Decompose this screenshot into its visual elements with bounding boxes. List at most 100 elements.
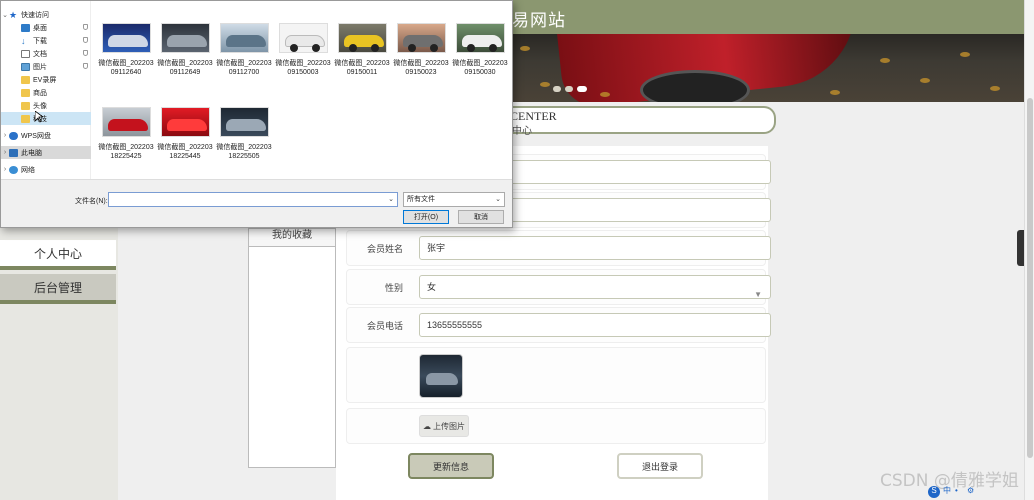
tree-item-label: 网络 [21, 166, 35, 174]
pin-icon [83, 50, 88, 56]
file-grid: 微信截图_20220309112640 微信截图_20220309112649 … [91, 1, 514, 179]
chevron-right-icon[interactable]: › [1, 166, 9, 173]
wheel-image [430, 44, 438, 52]
tree-item-label: 商品 [33, 89, 47, 97]
ime-logo-icon[interactable]: S [928, 486, 940, 498]
folder-icon [21, 114, 30, 123]
file-item[interactable]: 微信截图_20220318225425 [97, 92, 155, 168]
tree-item-avatars[interactable]: 头像 [1, 99, 91, 112]
computer-icon [9, 148, 18, 157]
cancel-button[interactable]: 取消 [458, 210, 504, 224]
carousel-dot[interactable] [553, 86, 561, 92]
file-item[interactable]: 微信截图_20220318225445 [156, 92, 214, 168]
file-thumbnail [338, 23, 387, 53]
tree-item-label: 下载 [33, 37, 47, 45]
tab-favorites[interactable]: 我的收藏 [249, 229, 335, 247]
wheel-image [408, 44, 416, 52]
car-image [226, 119, 266, 131]
wheel-image [467, 44, 475, 52]
nav-personal-center[interactable]: 个人中心 [0, 240, 116, 270]
name-label: 会员姓名 [366, 244, 403, 254]
car-image [226, 35, 266, 47]
nav-admin[interactable]: 后台管理 [0, 274, 116, 304]
file-item[interactable]: 微信截图_20220309150023 [392, 8, 450, 84]
leaf-decoration [990, 86, 1000, 91]
leaf-decoration [960, 52, 970, 57]
car-image [167, 119, 207, 131]
name-field[interactable]: 张宇 [419, 236, 771, 260]
chevron-down-icon[interactable]: ⌄ [388, 193, 394, 206]
file-item[interactable]: 微信截图_20220309150011 [333, 8, 391, 84]
file-name: 微信截图_20220309112640 [98, 60, 154, 76]
tree-item-downloads[interactable]: ↓ 下载 [1, 34, 91, 47]
file-item[interactable]: 微信截图_20220309150030 [451, 8, 509, 84]
folder-icon [21, 75, 30, 84]
open-button[interactable]: 打开(O) [403, 210, 449, 224]
tree-item-label: 快速访问 [21, 11, 49, 19]
scrollbar-thumb[interactable] [1027, 98, 1033, 458]
cloud-icon [9, 131, 18, 140]
phone-field[interactable]: 13655555555 [419, 313, 771, 337]
filename-input[interactable]: ⌄ [108, 192, 398, 207]
picture-icon [21, 62, 30, 71]
tree-item-this-pc[interactable]: › 此电脑 [1, 146, 91, 159]
chevron-down-icon: ▼ [754, 290, 762, 299]
download-icon: ↓ [21, 35, 26, 46]
leaf-decoration [880, 58, 890, 63]
wheel-image [489, 44, 497, 52]
wheel-image [349, 44, 357, 52]
tree-item-network[interactable]: › 网络 [1, 163, 91, 176]
upload-image-button[interactable]: ☁ 上传图片 [419, 415, 469, 437]
tree-item-label: 桌面 [33, 24, 47, 32]
file-item[interactable]: 微信截图_20220309112649 [156, 8, 214, 84]
cloud-upload-icon: ☁ [423, 421, 431, 431]
carousel-dot-active[interactable] [577, 86, 587, 92]
logout-button[interactable]: 退出登录 [617, 453, 703, 479]
punctuation-icon[interactable]: • [955, 486, 964, 496]
tree-item-pictures[interactable]: 图片 [1, 60, 91, 73]
tree-item-wps-cloud[interactable]: › WPS网盘 [1, 129, 91, 142]
file-thumbnail [456, 23, 505, 53]
network-icon [9, 165, 18, 174]
file-thumbnail [102, 107, 151, 137]
tree-item-desktop[interactable]: 桌面 [1, 21, 91, 34]
gender-select[interactable]: 女 ▼ [419, 275, 771, 299]
leaf-decoration [540, 82, 550, 87]
tree-item-label: 图片 [33, 63, 47, 71]
tree-item-label: 此电脑 [21, 149, 42, 157]
file-name: 微信截图_20220309150011 [334, 60, 390, 76]
file-item[interactable]: 微信截图_20220318225505 [215, 92, 273, 168]
left-nav: 个人中心 后台管理 [0, 228, 118, 500]
filetype-select[interactable]: 所有文件 ⌄ [403, 192, 505, 207]
leaf-decoration [920, 78, 930, 83]
chevron-down-icon[interactable]: ⌄ [1, 11, 9, 19]
carousel-dot[interactable] [565, 86, 573, 92]
leaf-decoration [600, 92, 610, 97]
star-icon: ★ [9, 9, 18, 20]
upload-row: ☁ 上传图片 [346, 408, 766, 444]
tree-item-tech[interactable]: 科技 [1, 112, 91, 125]
tree-item-products[interactable]: 商品 [1, 86, 91, 99]
chevron-right-icon[interactable]: › [1, 132, 9, 139]
wheel-image [371, 44, 379, 52]
inner-menu-panel: 我的收藏 [248, 228, 336, 468]
wheel-image [312, 44, 320, 52]
tree-item-quick-access[interactable]: ⌄ ★ 快速访问 [1, 8, 91, 21]
file-item[interactable]: 微信截图_20220309150003 [274, 8, 332, 84]
file-name: 微信截图_20220309150003 [275, 60, 331, 76]
ime-mode-icon[interactable]: 中 [943, 486, 952, 496]
file-item[interactable]: 微信截图_20220309112640 [97, 8, 155, 84]
file-thumbnail [279, 23, 328, 53]
page-scrollbar[interactable] [1024, 0, 1034, 500]
tree-item-documents[interactable]: 文档 [1, 47, 91, 60]
pin-icon [83, 63, 88, 69]
update-info-button[interactable]: 更新信息 [408, 453, 494, 479]
mouse-cursor-icon [35, 111, 43, 123]
filetype-value: 所有文件 [407, 196, 435, 203]
chevron-right-icon[interactable]: › [1, 149, 9, 156]
file-item[interactable]: 微信截图_20220309112700 [215, 8, 273, 84]
tree-item-ev-recordings[interactable]: EV录屏 [1, 73, 91, 86]
avatar-row [346, 347, 766, 403]
settings-icon[interactable]: ⚙ [967, 486, 976, 496]
upload-label: 上传图片 [433, 421, 465, 431]
